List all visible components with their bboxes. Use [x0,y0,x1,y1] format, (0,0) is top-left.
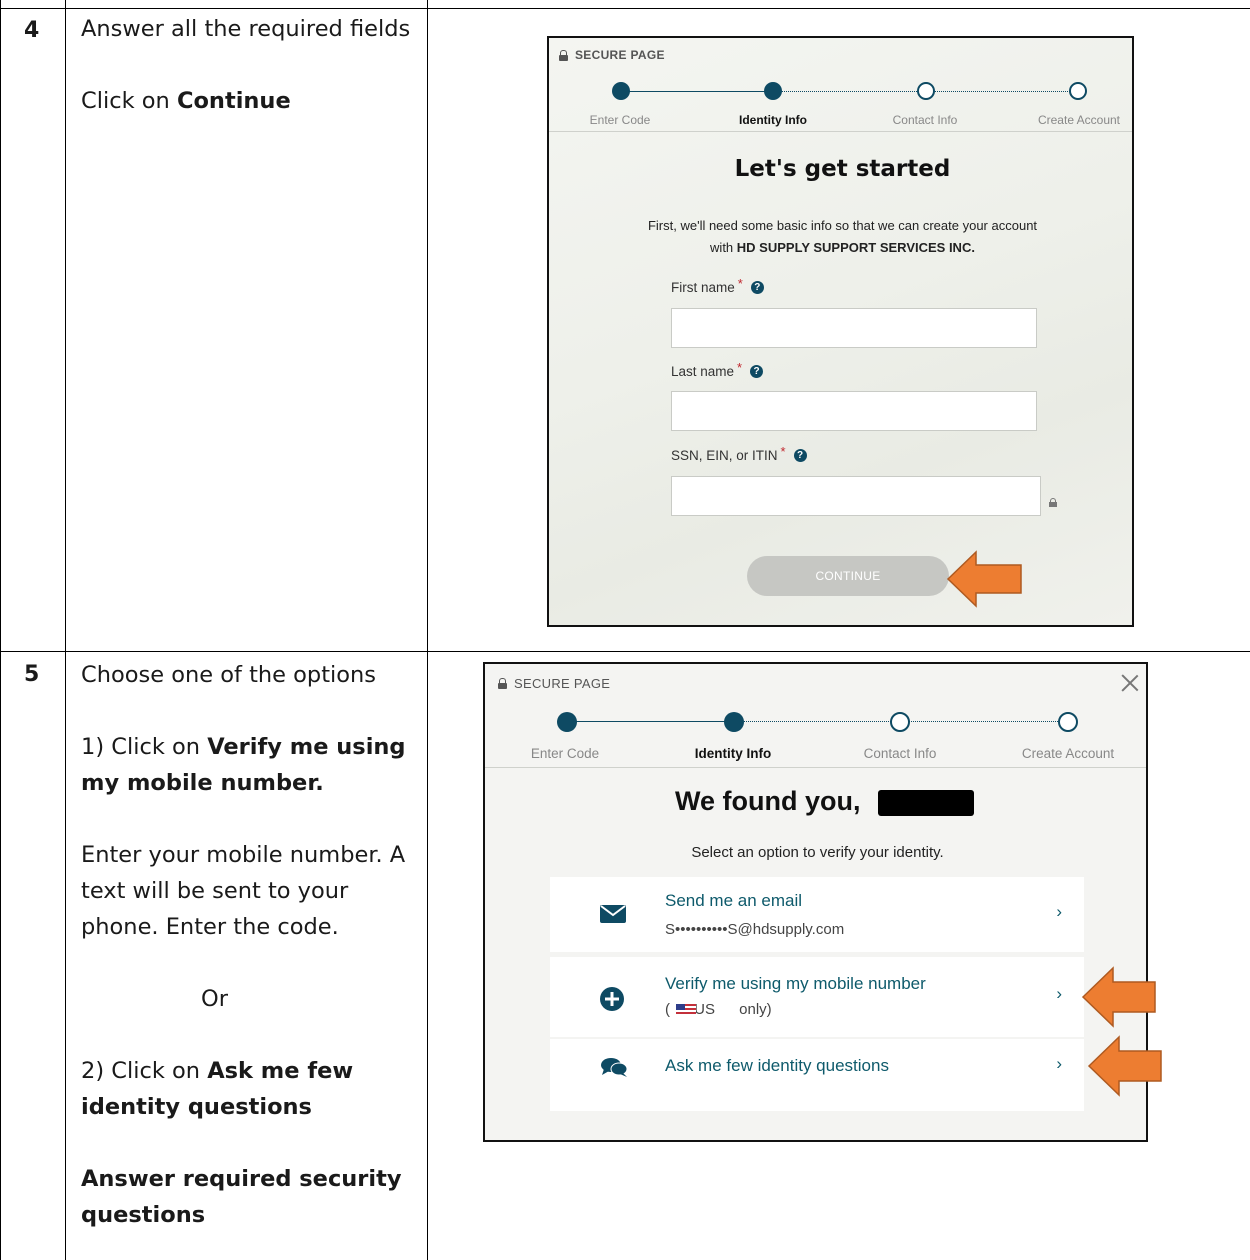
tax-id-input[interactable] [671,476,1041,516]
step-5-instructions: Choose one of the options 1) Click on Ve… [81,657,416,1233]
step-label-contact-info: Contact Info [892,113,958,127]
help-icon[interactable]: ? [793,449,807,462]
option-email-title: Send me an email [665,891,803,910]
tax-id-label: SSN, EIN, or ITIN * ? [671,444,807,463]
page-title: Let's get started [734,156,951,182]
step-dot-identity-info [724,712,744,732]
required-mark: * [780,444,786,459]
step-dot-enter-code [612,82,630,100]
us-flag-icon [676,1004,696,1016]
page-title: We found you, [675,786,861,816]
option-verify-mobile[interactable]: Verify me using my mobile number ( US on… [550,957,1084,1037]
step-4-click-text: Click on [81,88,177,114]
step-dot-contact-info [917,82,935,100]
help-icon[interactable]: ? [750,365,764,378]
secure-page-header: SECURE PAGE [498,676,610,691]
option-send-email[interactable]: Send me an email S••••••••••S@hdsupply.c… [550,877,1084,952]
pointer-arrow-mobile [1081,966,1156,1028]
table-row-divider [0,651,1250,652]
step-label-identity-info: Identity Info [739,113,807,127]
secure-page-label: SECURE PAGE [575,48,665,62]
intro-line-1: First, we'll need some basic info so tha… [647,218,1038,233]
help-icon[interactable]: ? [750,281,764,294]
step-dot-enter-code [557,712,577,732]
table-top-border [0,8,1250,9]
step-4-continue-bold: Continue [176,88,291,114]
redacted-name [878,790,974,816]
tax-id-label-text: SSN, EIN, or ITIN [671,448,778,463]
table-col-divider-2 [427,0,428,1260]
step-5-line-3: Enter your mobile number. A text will be… [81,842,406,940]
chevron-right-icon: › [1056,984,1062,1003]
step-label-enter-code: Enter Code [589,113,651,127]
step-5-answer-bold: Answer required security questions [81,1166,402,1228]
step-5-line-1: Choose one of the options [81,662,377,688]
step-5-click-text-2: 2) Click on [81,1058,208,1084]
required-mark: * [737,360,743,375]
secure-page-label: SECURE PAGE [514,676,611,691]
last-name-input[interactable] [671,391,1037,431]
last-name-label: Last name * ? [671,360,764,379]
first-name-input[interactable] [671,308,1037,348]
step-5-or: Or [201,986,228,1012]
step-number-5: 5 [24,662,40,687]
close-icon[interactable] [1121,674,1139,692]
intro-line-2: with HD SUPPLY SUPPORT SERVICES INC. [549,237,1132,259]
verify-subheading: Select an option to verify your identity… [691,844,944,861]
chevron-right-icon: › [1056,902,1062,921]
plus-circle-icon [600,987,624,1011]
verify-identity-screenshot: SECURE PAGE Enter Code Identity Info Con… [483,662,1148,1142]
step-4-instructions: Answer all the required fields Click on … [81,11,416,119]
option-email-detail: S••••••••••S@hdsupply.com [665,921,845,938]
step-label-enter-code: Enter Code [530,746,600,761]
option-mobile-title: Verify me using my mobile number [665,974,926,993]
step-dot-create-account [1069,82,1087,100]
continue-button[interactable]: CONTINUE [747,556,949,596]
step-5-line-5: 2) Click on Ask me few identity question… [81,1053,416,1125]
stepper-divider [485,767,1146,768]
step-5-click-text-1: 1) Click on [81,734,208,760]
step-4-line-2: Click on Continue [81,83,416,119]
secure-page-header: SECURE PAGE [559,48,665,62]
step-dot-identity-info [764,82,782,100]
stepper-divider [549,131,1132,132]
step-number-4: 4 [24,18,40,43]
company-name: HD SUPPLY SUPPORT SERVICES INC. [736,240,975,255]
table-left-border [0,0,1,1260]
table-col-divider-1 [65,0,66,1260]
first-name-label: First name * ? [671,276,764,295]
step-label-create-account: Create Account [1021,746,1115,761]
envelope-icon [600,905,626,923]
option-questions-title: Ask me few identity questions [665,1056,889,1075]
lock-icon [498,678,507,689]
option-identity-questions[interactable]: Ask me few identity questions › [550,1039,1084,1111]
lock-icon [559,49,568,61]
intro-with: with [710,240,737,255]
identity-info-screenshot: SECURE PAGE Enter Code Identity Info Con… [547,36,1134,627]
step-label-create-account: Create Account [1037,113,1121,127]
first-name-label-text: First name [671,280,735,295]
step-label-identity-info: Identity Info [694,746,772,761]
step-label-contact-info: Contact Info [863,746,937,761]
chevron-right-icon: › [1056,1054,1062,1073]
step-dot-contact-info [890,712,910,732]
intro-text: First, we'll need some basic info so tha… [549,215,1132,259]
step-5-line-2: 1) Click on Verify me using my mobile nu… [81,729,416,801]
field-lock-icon [1049,498,1057,507]
step-4-line-1: Answer all the required fields [81,16,411,42]
chat-bubbles-icon [601,1058,628,1077]
pointer-arrow-questions [1087,1035,1162,1097]
step-dot-create-account [1058,712,1078,732]
last-name-label-text: Last name [671,364,735,379]
required-mark: * [737,276,743,291]
pointer-arrow-continue [946,550,1022,608]
option-mobile-detail: ( US only) [665,1001,772,1018]
step-5-line-6: Answer required security questions [81,1161,416,1233]
